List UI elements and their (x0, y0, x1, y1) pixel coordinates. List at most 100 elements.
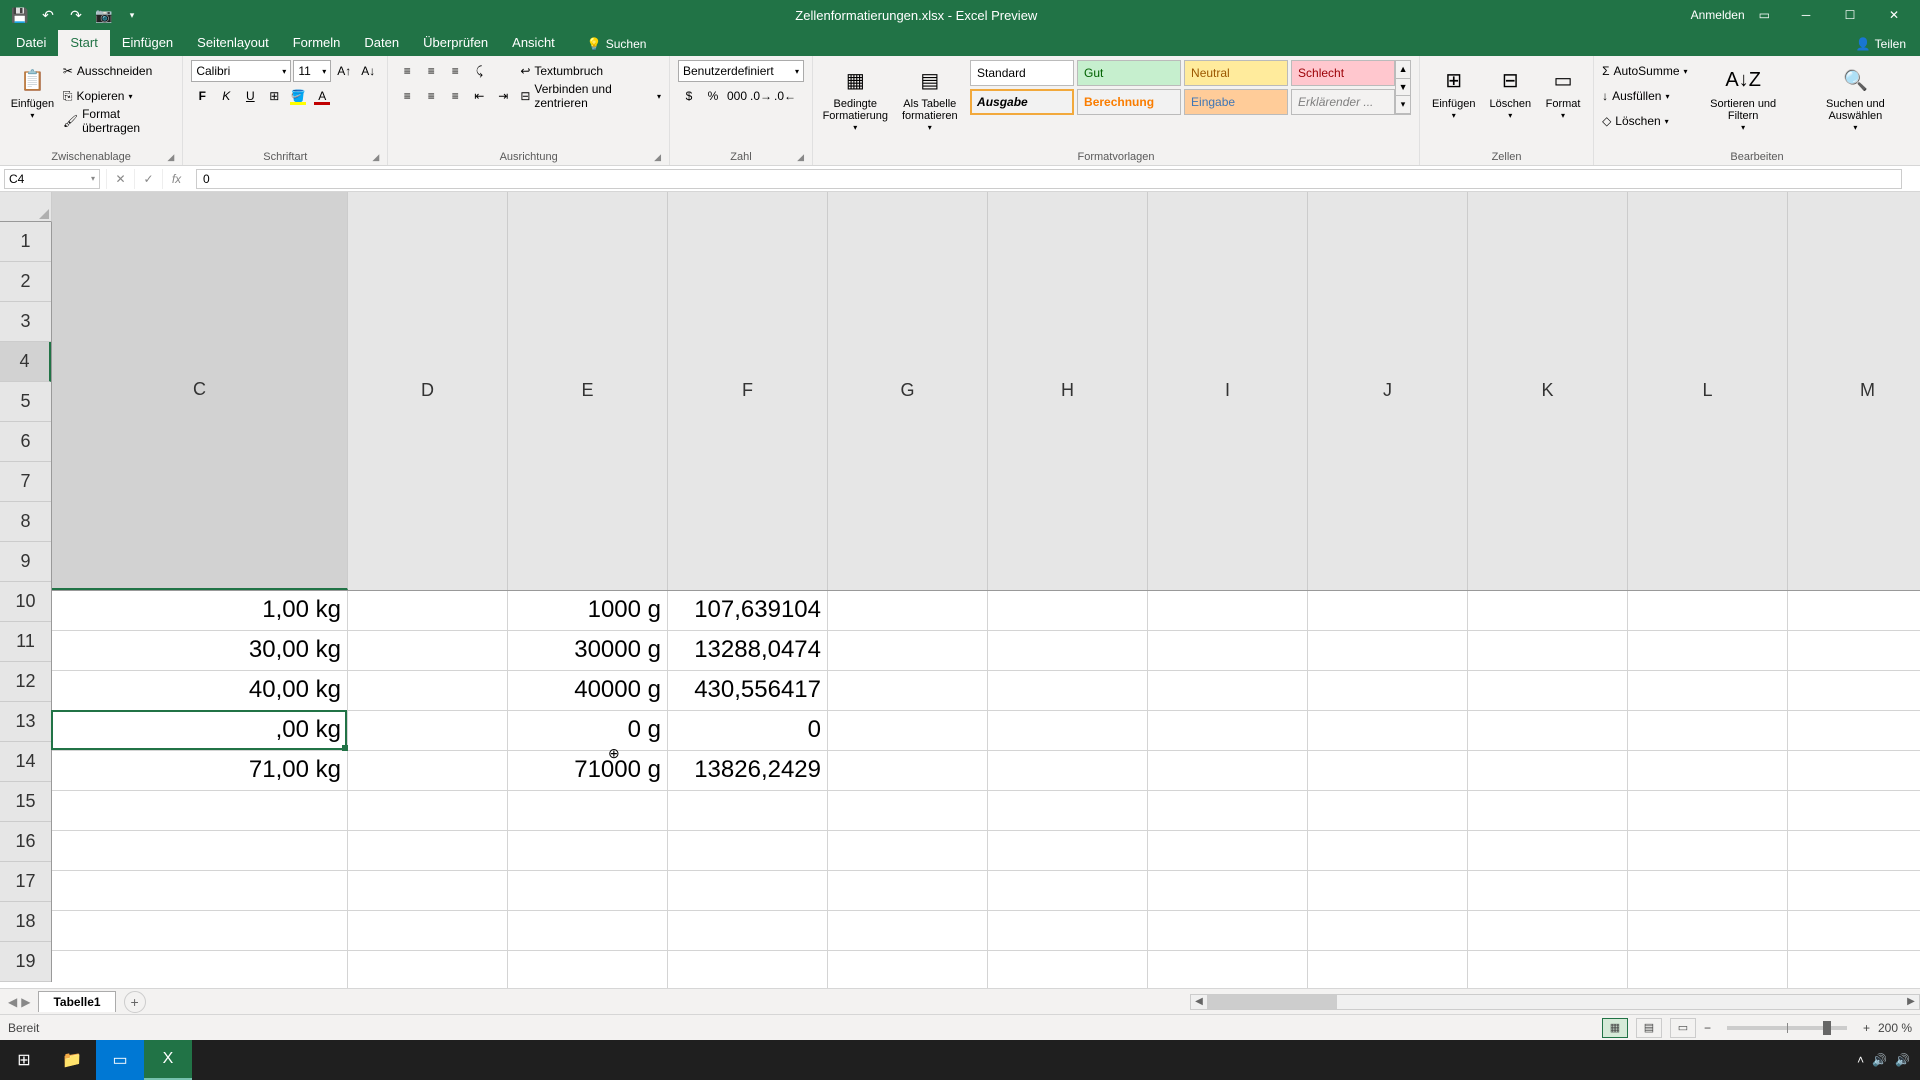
cell[interactable] (1308, 591, 1468, 631)
tab-daten[interactable]: Daten (352, 30, 411, 56)
align-center-icon[interactable]: ≡ (420, 85, 442, 107)
cell[interactable] (508, 951, 668, 989)
cell[interactable] (988, 791, 1148, 831)
row-header-2[interactable]: 2 (0, 262, 51, 302)
cell[interactable] (1628, 911, 1788, 951)
cell[interactable]: 13288,0474 (668, 631, 828, 671)
col-header-J[interactable]: J (1308, 192, 1468, 590)
share-button[interactable]: 👤 Teilen (1842, 32, 1920, 56)
cell[interactable] (508, 911, 668, 951)
find-select-button[interactable]: 🔍Suchen und Auswählen▾ (1799, 60, 1912, 137)
cell[interactable] (348, 791, 508, 831)
cell[interactable] (1468, 751, 1628, 791)
gallery-down-icon[interactable]: ▼ (1396, 79, 1410, 97)
increase-font-icon[interactable]: A↑ (333, 60, 355, 82)
network-icon[interactable]: 🔊 (1895, 1053, 1910, 1067)
undo-icon[interactable]: ↶ (38, 5, 58, 25)
sheet-tab-1[interactable]: Tabelle1 (38, 991, 115, 1012)
row-header-4[interactable]: 4 (0, 342, 51, 382)
align-left-icon[interactable]: ≡ (396, 85, 418, 107)
cell[interactable] (1788, 711, 1920, 751)
cell[interactable]: 30000 g (508, 631, 668, 671)
autosum-button[interactable]: ΣAutoSumme▾ (1602, 60, 1687, 82)
cell[interactable] (52, 791, 348, 831)
cell[interactable] (828, 831, 988, 871)
paste-button[interactable]: 📋 Einfügen ▾ (8, 60, 57, 125)
cell[interactable] (1628, 951, 1788, 989)
style-ausgabe[interactable]: Ausgabe (970, 89, 1074, 115)
font-name-select[interactable]: Calibri▾ (191, 60, 291, 82)
increase-indent-icon[interactable]: ⇥ (492, 85, 514, 107)
cell[interactable] (1628, 831, 1788, 871)
cell[interactable] (828, 671, 988, 711)
cell[interactable] (348, 671, 508, 711)
cell[interactable] (1468, 591, 1628, 631)
row-header-6[interactable]: 6 (0, 422, 51, 462)
cell[interactable] (988, 751, 1148, 791)
col-header-G[interactable]: G (828, 192, 988, 590)
col-header-K[interactable]: K (1468, 192, 1628, 590)
style-neutral[interactable]: Neutral (1184, 60, 1288, 86)
spreadsheet-grid[interactable]: 12345678910111213141516171819 CDEFGHIJKL… (0, 192, 1920, 988)
cell[interactable]: 40000 g (508, 671, 668, 711)
row-header-16[interactable]: 16 (0, 822, 51, 862)
cell[interactable] (1148, 631, 1308, 671)
cell[interactable] (1468, 951, 1628, 989)
cell[interactable]: 30,00 kg (52, 631, 348, 671)
align-right-icon[interactable]: ≡ (444, 85, 466, 107)
cell[interactable] (1788, 751, 1920, 791)
cell[interactable] (828, 791, 988, 831)
cell[interactable] (1788, 911, 1920, 951)
cell[interactable] (668, 911, 828, 951)
row-header-8[interactable]: 8 (0, 502, 51, 542)
gallery-scroll[interactable]: ▲ ▼ ▾ (1395, 60, 1411, 115)
zoom-slider[interactable] (1727, 1026, 1847, 1030)
tab-einfuegen[interactable]: Einfügen (110, 30, 185, 56)
row-header-19[interactable]: 19 (0, 942, 51, 982)
delete-cells-button[interactable]: ⊟Löschen▾ (1485, 60, 1535, 125)
tray-up-icon[interactable]: ˄ (1857, 1053, 1864, 1067)
col-header-H[interactable]: H (988, 192, 1148, 590)
cell[interactable] (988, 951, 1148, 989)
cell[interactable] (1308, 711, 1468, 751)
align-middle-icon[interactable]: ≡ (420, 60, 442, 82)
cell[interactable] (1628, 631, 1788, 671)
cell[interactable]: 13826,2429 (668, 751, 828, 791)
cell[interactable] (1628, 711, 1788, 751)
col-header-F[interactable]: F (668, 192, 828, 590)
cell[interactable] (508, 791, 668, 831)
cell[interactable]: 71000 g (508, 751, 668, 791)
row-header-15[interactable]: 15 (0, 782, 51, 822)
cut-button[interactable]: ✂Ausschneiden (63, 60, 174, 82)
decrease-decimal-icon[interactable]: .0← (774, 85, 796, 107)
number-format-select[interactable]: Benutzerdefiniert▾ (678, 60, 804, 82)
row-header-1[interactable]: 1 (0, 222, 51, 262)
normal-view-icon[interactable]: ▦ (1602, 1018, 1628, 1038)
fill-button[interactable]: ↓Ausfüllen▾ (1602, 85, 1687, 107)
cell[interactable] (668, 831, 828, 871)
save-icon[interactable]: 💾 (10, 5, 30, 25)
cell[interactable] (668, 951, 828, 989)
font-size-select[interactable]: 11▾ (293, 60, 331, 82)
ribbon-display-icon[interactable]: ▭ (1759, 8, 1770, 22)
cell[interactable] (1148, 591, 1308, 631)
percent-format-icon[interactable]: % (702, 85, 724, 107)
cell[interactable] (1628, 791, 1788, 831)
cell[interactable] (1468, 631, 1628, 671)
cell[interactable] (1308, 951, 1468, 989)
tab-datei[interactable]: Datei (4, 30, 58, 56)
copy-button[interactable]: ⎘Kopieren▾ (63, 85, 174, 107)
row-header-10[interactable]: 10 (0, 582, 51, 622)
cell[interactable] (988, 911, 1148, 951)
cell[interactable] (1148, 711, 1308, 751)
hscroll-left-icon[interactable]: ◀ (1191, 996, 1207, 1007)
zoom-in-icon[interactable]: + (1863, 1021, 1870, 1035)
start-menu-icon[interactable]: ⊞ (0, 1040, 48, 1080)
cell[interactable] (988, 591, 1148, 631)
sort-filter-button[interactable]: A↓ZSortieren und Filtern▾ (1694, 60, 1793, 137)
cell[interactable] (348, 751, 508, 791)
name-box[interactable]: C4▾ (4, 169, 100, 189)
cell[interactable] (1788, 671, 1920, 711)
gallery-more-icon[interactable]: ▾ (1396, 96, 1410, 114)
cell[interactable] (1468, 871, 1628, 911)
